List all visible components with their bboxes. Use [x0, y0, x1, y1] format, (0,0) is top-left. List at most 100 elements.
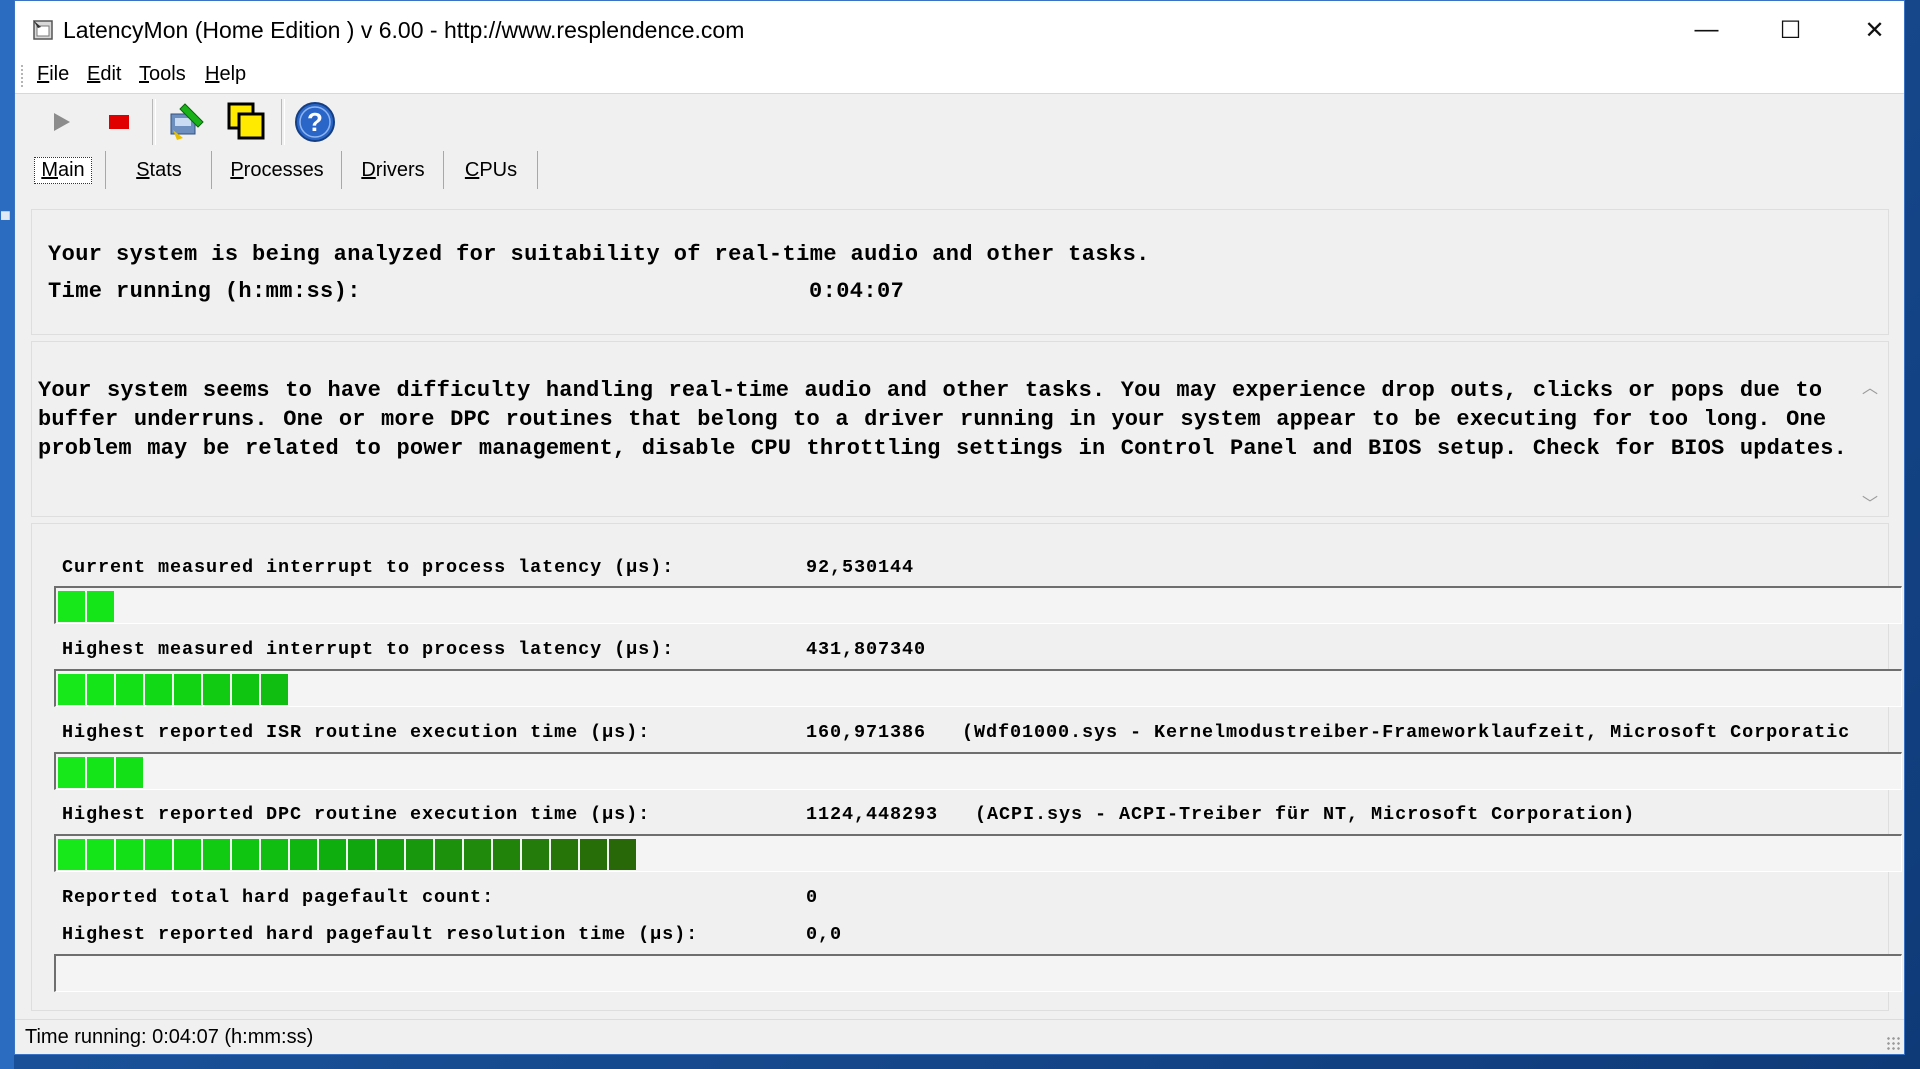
desktop-background [0, 0, 14, 1069]
copy-button[interactable] [223, 99, 271, 145]
bar-segment [145, 839, 172, 870]
bar-segment [609, 839, 636, 870]
bar-segment [87, 757, 114, 788]
stop-button[interactable] [95, 99, 143, 145]
drivers-tool-button[interactable] [163, 99, 211, 145]
dpc-time-label: Highest reported DPC routine execution t… [62, 804, 651, 825]
bar-segment [493, 839, 520, 870]
dpc-driver-detail: (ACPI.sys - ACPI-Treiber für NT, Microso… [975, 804, 1636, 825]
current-latency-label: Current measured interrupt to process la… [62, 557, 675, 578]
tab-separator [211, 151, 212, 189]
maximize-button[interactable]: ☐ [1749, 1, 1832, 59]
bar-segment [203, 674, 230, 705]
toolbar: ? [15, 93, 1904, 151]
current-latency-value: 92,530144 [806, 557, 915, 578]
bar-segment [232, 839, 259, 870]
bar-segment [377, 839, 404, 870]
tab-separator [341, 151, 342, 189]
pagefault-time-value: 0,0 [806, 924, 843, 945]
pagefault-time-label: Highest reported hard pagefault resoluti… [62, 924, 699, 945]
bar-segment [58, 839, 85, 870]
bar-segment [261, 674, 288, 705]
bar-segment [319, 839, 346, 870]
close-button[interactable]: ✕ [1833, 1, 1916, 59]
tab-stats[interactable]: Stats [107, 151, 211, 189]
play-icon [54, 113, 70, 131]
bar-segment [174, 839, 201, 870]
help-icon: ? [295, 102, 335, 142]
desktop-icon-fragment: ■ [0, 205, 11, 225]
highest-latency-value: 431,807340 [806, 639, 927, 660]
maximize-icon: ☐ [1779, 16, 1802, 44]
highest-latency-bar-fill [58, 674, 288, 705]
time-running-value: 0:04:07 [809, 279, 905, 304]
bar-segment [406, 839, 433, 870]
pagefault-count-label: Reported total hard pagefault count: [62, 887, 495, 908]
pagefault-count-value: 0 [806, 887, 819, 908]
menu-file[interactable]: File [37, 63, 69, 86]
tab-drivers[interactable]: Drivers [343, 151, 443, 189]
menu-grip[interactable] [21, 65, 26, 87]
bar-segment [87, 839, 114, 870]
status-bar-text: Time running: 0:04:07 (h:mm:ss) [25, 1026, 314, 1048]
bar-segment [116, 757, 143, 788]
bar-segment [580, 839, 607, 870]
conclusion-text: Your system seems to have difficulty han… [38, 378, 1848, 461]
tab-cpus[interactable]: C PUs [445, 151, 537, 189]
tab-main[interactable]: Main [21, 151, 105, 189]
svg-text:?: ? [307, 107, 323, 137]
tab-separator [105, 151, 106, 189]
toolbar-separator [281, 99, 285, 145]
highest-latency-label: Highest measured interrupt to process la… [62, 639, 675, 660]
dpc-time-value: 1124,448293 [806, 804, 939, 825]
bar-segment [58, 674, 85, 705]
copy-windows-icon [227, 102, 265, 140]
minimize-button[interactable]: — [1665, 1, 1748, 59]
bar-segment [348, 839, 375, 870]
highest-latency-bar [54, 669, 1902, 707]
scroll-down-icon[interactable]: ﹀ [1860, 490, 1880, 513]
help-button[interactable]: ? [291, 99, 339, 145]
current-latency-bar [54, 586, 1902, 624]
driver-icon [170, 103, 204, 140]
isr-time-bar [54, 752, 1902, 790]
bar-segment [551, 839, 578, 870]
stop-icon [109, 115, 129, 129]
dpc-time-bar-fill [58, 839, 636, 870]
menu-bar: File Edit Tools Help [15, 59, 1904, 94]
bar-segment [464, 839, 491, 870]
resize-grip-icon[interactable] [1886, 1036, 1900, 1050]
menu-tools[interactable]: Tools [139, 63, 186, 86]
conclusion-panel[interactable]: Your system seems to have difficulty han… [31, 341, 1889, 517]
bar-segment [261, 839, 288, 870]
isr-time-bar-fill [58, 757, 143, 788]
bar-segment [232, 674, 259, 705]
scroll-up-icon[interactable]: ︿ [1860, 374, 1880, 397]
metrics-panel: Current measured interrupt to process la… [31, 523, 1902, 1011]
bar-segment [87, 674, 114, 705]
tab-strip: Main Stats Processes Drivers C PUs [15, 151, 1904, 189]
menu-help[interactable]: Help [205, 63, 246, 86]
analysis-status-text: Your system is being analyzed for suitab… [48, 242, 1150, 267]
pagefault-time-bar [54, 954, 1902, 992]
analysis-status-panel: Your system is being analyzed for suitab… [31, 209, 1889, 335]
isr-time-label: Highest reported ISR routine execution t… [62, 722, 651, 743]
start-button[interactable] [37, 99, 85, 145]
bar-segment [58, 591, 85, 622]
close-icon: ✕ [1864, 16, 1885, 44]
time-running-label: Time running (h:mm:ss): [48, 279, 361, 304]
menu-edit[interactable]: Edit [87, 63, 121, 86]
dpc-time-bar [54, 834, 1902, 872]
isr-driver-detail: (Wdf01000.sys - Kernelmodustreiber-Frame… [962, 722, 1851, 743]
bar-segment [290, 839, 317, 870]
tab-separator [443, 151, 444, 189]
bar-segment [522, 839, 549, 870]
tab-processes[interactable]: Processes [213, 151, 341, 189]
latencymon-window: LatencyMon (Home Edition ) v 6.00 - http… [14, 0, 1905, 1055]
isr-time-value: 160,971386 [806, 722, 927, 743]
bar-segment [116, 674, 143, 705]
status-bar: Time running: 0:04:07 (h:mm:ss) [15, 1019, 1904, 1054]
minimize-icon: — [1694, 16, 1719, 43]
title-bar[interactable]: LatencyMon (Home Edition ) v 6.00 - http… [15, 1, 1904, 59]
bar-segment [87, 591, 114, 622]
